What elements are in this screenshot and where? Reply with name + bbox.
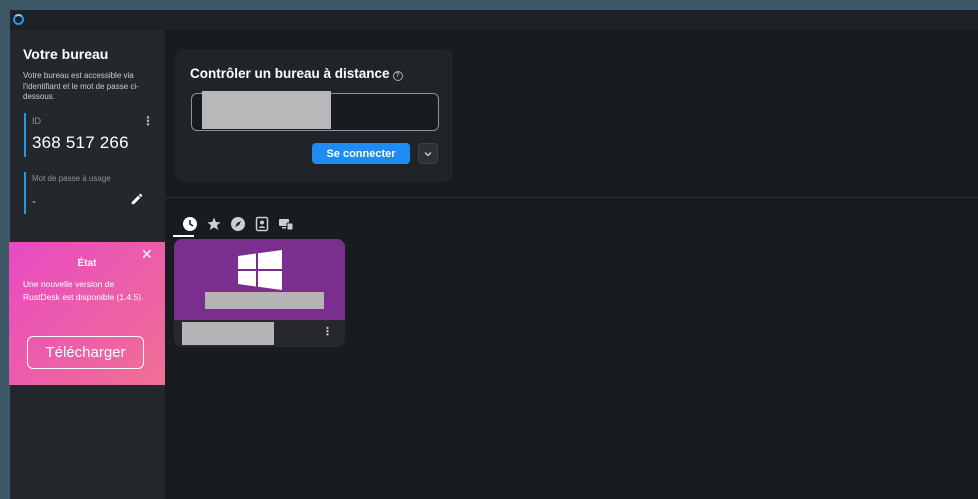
edit-pencil-icon[interactable]	[130, 192, 144, 206]
discovered-compass-icon[interactable]	[230, 216, 246, 232]
divider	[165, 197, 978, 198]
id-block: ID 368 517 266 ⋮	[24, 113, 154, 157]
peer-card-footer: ⋮	[174, 320, 345, 347]
remote-control-title-text: Contrôler un bureau à distance	[190, 66, 390, 81]
redacted-peer-hostname	[205, 292, 324, 309]
redacted-id-value	[202, 91, 331, 129]
main-panel: Contrôler un bureau à distance? Se conne…	[165, 30, 978, 499]
sidebar-title: Votre bureau	[23, 46, 109, 62]
remote-control-card: Contrôler un bureau à distance? Se conne…	[175, 49, 453, 182]
update-message: Une nouvelle version de RustDesk est dis…	[23, 279, 144, 302]
connect-button[interactable]: Se connecter	[312, 143, 410, 164]
id-more-options-icon[interactable]: ⋮	[142, 115, 154, 127]
sidebar: Votre bureau Votre bureau est accessible…	[9, 30, 165, 499]
id-label: ID	[32, 116, 41, 126]
redacted-peer-name	[182, 322, 274, 345]
address-book-icon[interactable]	[254, 216, 270, 232]
rustdesk-logo-icon	[13, 14, 24, 25]
connect-options-button[interactable]	[418, 143, 438, 164]
peer-more-options-icon[interactable]: ⋮	[322, 325, 333, 338]
active-tab-indicator	[173, 235, 194, 237]
id-value[interactable]: 368 517 266	[32, 133, 129, 153]
chevron-down-icon	[424, 151, 432, 156]
password-value[interactable]: -	[32, 194, 36, 208]
app-window: Votre bureau Votre bureau est accessible…	[9, 10, 978, 499]
sidebar-description: Votre bureau est accessible via l'identi…	[23, 71, 139, 101]
download-button[interactable]: Télécharger	[27, 336, 144, 369]
favorites-star-icon[interactable]	[206, 216, 222, 232]
help-icon[interactable]: ?	[392, 71, 403, 81]
title-bar[interactable]	[10, 10, 978, 30]
update-status-card: ✕ État Une nouvelle version de RustDesk …	[9, 242, 165, 385]
recent-clock-icon[interactable]	[182, 216, 198, 232]
peer-card-preview	[174, 239, 345, 320]
password-label: Mot de passe à usage	[32, 174, 111, 183]
group-devices-icon[interactable]	[278, 216, 294, 232]
windows-icon	[238, 250, 282, 290]
remote-control-title: Contrôler un bureau à distance?	[190, 66, 403, 81]
peer-card[interactable]: ⋮	[174, 239, 345, 347]
status-title: État	[77, 258, 97, 269]
password-block: Mot de passe à usage -	[24, 172, 144, 214]
